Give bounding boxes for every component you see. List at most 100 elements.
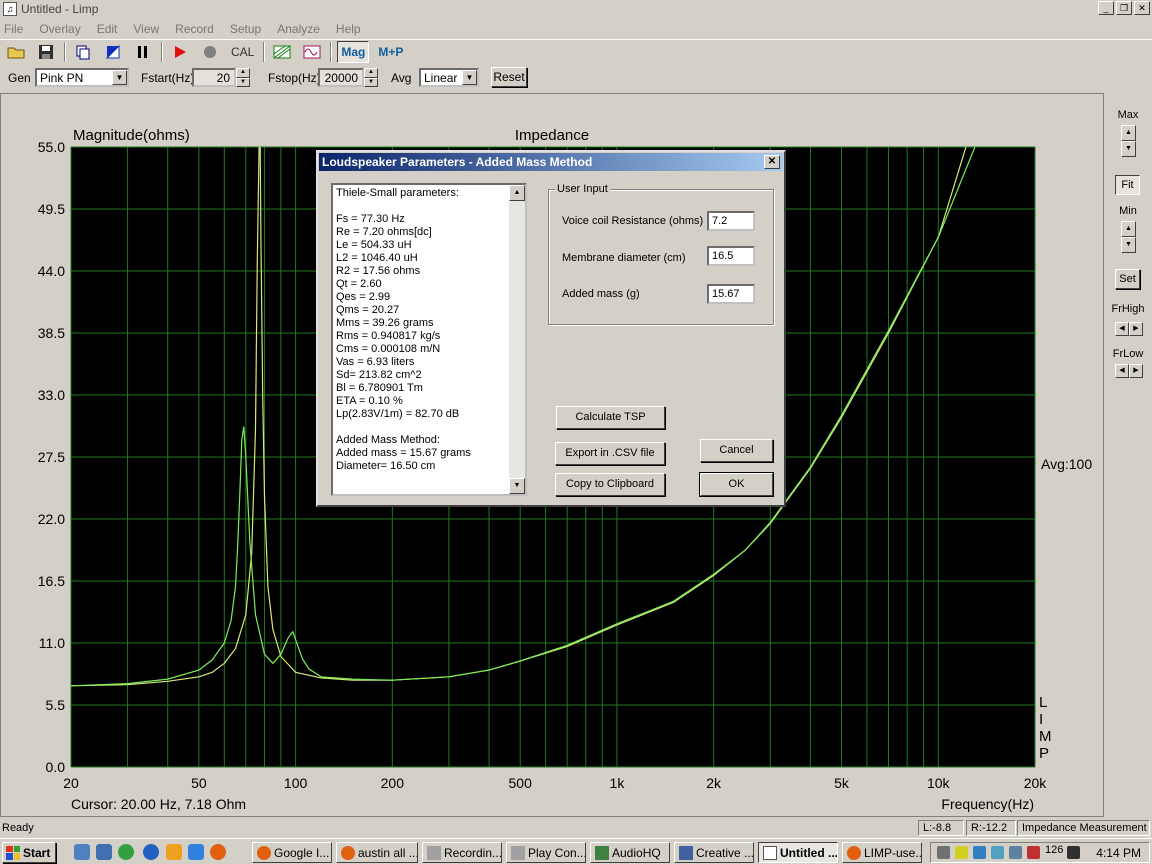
cancel-button[interactable]: Cancel xyxy=(700,439,773,462)
quicklaunch-app-icon[interactable] xyxy=(96,844,112,860)
fstart-label: Fstart(Hz) xyxy=(141,71,195,85)
overlay-hatch-icon[interactable] xyxy=(270,41,294,63)
fstop-stepper[interactable]: ▲ ▼ xyxy=(364,68,378,87)
task-button[interactable]: Play Con... xyxy=(506,842,586,863)
tray-app-icon[interactable] xyxy=(1027,846,1040,859)
paste-icon[interactable] xyxy=(101,41,125,63)
avg-select[interactable]: Linear ▼ xyxy=(419,68,479,87)
fit-button[interactable]: Fit xyxy=(1115,175,1140,195)
task-button[interactable]: austin all ... xyxy=(336,842,418,863)
arrow-left-icon[interactable]: ◀ xyxy=(1115,322,1129,336)
avg-label: Avg xyxy=(391,71,412,85)
min-stepper[interactable]: ▲ ▼ xyxy=(1121,221,1136,253)
spin-down-icon[interactable]: ▼ xyxy=(236,77,250,87)
scroll-down-icon[interactable]: ▼ xyxy=(509,478,525,494)
show-desktop-icon[interactable] xyxy=(74,844,90,860)
close-window-button[interactable]: ✕ xyxy=(1134,1,1150,15)
max-stepper[interactable]: ▲ ▼ xyxy=(1121,125,1136,157)
task-button[interactable]: Recordin... xyxy=(422,842,502,863)
media-player-icon[interactable] xyxy=(118,844,134,860)
spin-up-icon[interactable]: ▲ xyxy=(1121,221,1136,237)
internet-explorer-icon[interactable] xyxy=(188,844,204,860)
save-icon[interactable] xyxy=(34,41,58,63)
calibrate-button[interactable]: CAL xyxy=(228,41,257,63)
frhigh-arrows[interactable]: ◀ ▶ xyxy=(1115,322,1143,336)
menu-edit[interactable]: Edit xyxy=(97,22,118,36)
tray-app-icon[interactable] xyxy=(1067,846,1080,859)
tsp-line: ETA = 0.10 % xyxy=(336,395,403,407)
task-button[interactable]: Google I... xyxy=(252,842,332,863)
minimize-button[interactable]: _ xyxy=(1098,1,1114,15)
tsp-lines: Thiele-Small parameters: Fs = 77.30 Hz R… xyxy=(336,187,471,473)
quicklaunch-app-icon[interactable] xyxy=(166,844,182,860)
tsp-line: Thiele-Small parameters: xyxy=(336,187,459,199)
copy-to-clipboard-button[interactable]: Copy to Clipboard xyxy=(555,473,665,496)
set-button[interactable]: Set xyxy=(1115,269,1140,289)
open-folder-icon[interactable] xyxy=(4,41,28,63)
start-button[interactable]: Start xyxy=(2,842,56,863)
menu-help[interactable]: Help xyxy=(336,22,361,36)
magnitude-phase-mode-button[interactable]: M+P xyxy=(375,41,406,63)
task-button[interactable]: AudioHQ xyxy=(590,842,670,863)
fstop-input[interactable]: 20000 xyxy=(318,68,364,87)
calculate-tsp-button[interactable]: Calculate TSP xyxy=(556,406,665,429)
pause-icon[interactable] xyxy=(131,41,155,63)
task-button[interactable]: LIMP-use... xyxy=(842,842,922,863)
close-icon[interactable]: ✕ xyxy=(764,155,780,169)
arrow-left-icon[interactable]: ◀ xyxy=(1115,364,1129,378)
tsp-results-textarea[interactable]: Thiele-Small parameters: Fs = 77.30 Hz R… xyxy=(331,183,527,496)
spin-down-icon[interactable]: ▼ xyxy=(1121,141,1136,157)
quicklaunch-app-icon[interactable] xyxy=(143,844,159,860)
spin-down-icon[interactable]: ▼ xyxy=(364,77,378,87)
reset-button[interactable]: Reset xyxy=(491,67,527,87)
right-control-panel: Max ▲ ▼ Fit Min ▲ ▼ Set FrHigh ◀ ▶ FrLow… xyxy=(1104,93,1152,817)
spin-up-icon[interactable]: ▲ xyxy=(1121,125,1136,141)
tsp-line: Added mass = 15.67 grams xyxy=(336,447,471,459)
network-icon[interactable] xyxy=(1009,846,1022,859)
voice-coil-input[interactable]: 7.2 xyxy=(707,211,755,231)
membrane-diameter-input[interactable]: 16.5 xyxy=(707,246,755,266)
waveform-icon[interactable] xyxy=(300,41,324,63)
spin-up-icon[interactable]: ▲ xyxy=(236,68,250,78)
restore-button[interactable]: ❐ xyxy=(1116,1,1132,15)
play-icon[interactable] xyxy=(168,41,192,63)
vertical-scrollbar[interactable]: ▲ ▼ xyxy=(509,185,525,494)
chevron-down-icon[interactable]: ▼ xyxy=(462,70,477,85)
tsp-line xyxy=(336,200,471,213)
magnitude-mode-button[interactable]: Mag xyxy=(337,40,370,63)
record-icon[interactable] xyxy=(198,41,222,63)
frhigh-label: FrHigh xyxy=(1111,303,1145,315)
export-csv-button[interactable]: Export in .CSV file xyxy=(555,442,665,465)
fstart-input[interactable]: 20 xyxy=(192,68,236,87)
menu-analyze[interactable]: Analyze xyxy=(277,22,320,36)
firefox-icon[interactable] xyxy=(210,844,226,860)
app-icon[interactable]: ♫ xyxy=(3,2,17,16)
spin-down-icon[interactable]: ▼ xyxy=(1121,237,1136,253)
ok-button[interactable]: OK xyxy=(699,472,774,497)
scroll-up-icon[interactable]: ▲ xyxy=(509,185,525,201)
tray-app-icon[interactable] xyxy=(955,846,968,859)
menu-overlay[interactable]: Overlay xyxy=(39,22,80,36)
menu-file[interactable]: File xyxy=(4,22,23,36)
copy-icon[interactable] xyxy=(71,41,95,63)
menu-view[interactable]: View xyxy=(133,22,159,36)
added-mass-input[interactable]: 15.67 xyxy=(707,284,755,304)
tray-app-icon[interactable] xyxy=(991,846,1004,859)
firefox-icon xyxy=(341,846,355,860)
menu-setup[interactable]: Setup xyxy=(230,22,261,36)
chevron-down-icon[interactable]: ▼ xyxy=(112,70,127,85)
menu-record[interactable]: Record xyxy=(175,22,214,36)
frlow-arrows[interactable]: ◀ ▶ xyxy=(1115,364,1143,378)
fstart-stepper[interactable]: ▲ ▼ xyxy=(236,68,250,87)
task-button[interactable]: Creative ... xyxy=(674,842,754,863)
tsp-line: Diameter= 16.50 cm xyxy=(336,460,436,472)
volume-icon[interactable] xyxy=(937,846,950,859)
generator-select[interactable]: Pink PN ▼ xyxy=(35,68,129,87)
spin-up-icon[interactable]: ▲ xyxy=(364,68,378,78)
tray-app-icon[interactable] xyxy=(973,846,986,859)
firefox-icon xyxy=(847,846,861,860)
task-button-active[interactable]: Untitled ... xyxy=(758,842,838,863)
arrow-right-icon[interactable]: ▶ xyxy=(1129,364,1143,378)
arrow-right-icon[interactable]: ▶ xyxy=(1129,322,1143,336)
y-tick-label: 22.0 xyxy=(38,511,65,527)
